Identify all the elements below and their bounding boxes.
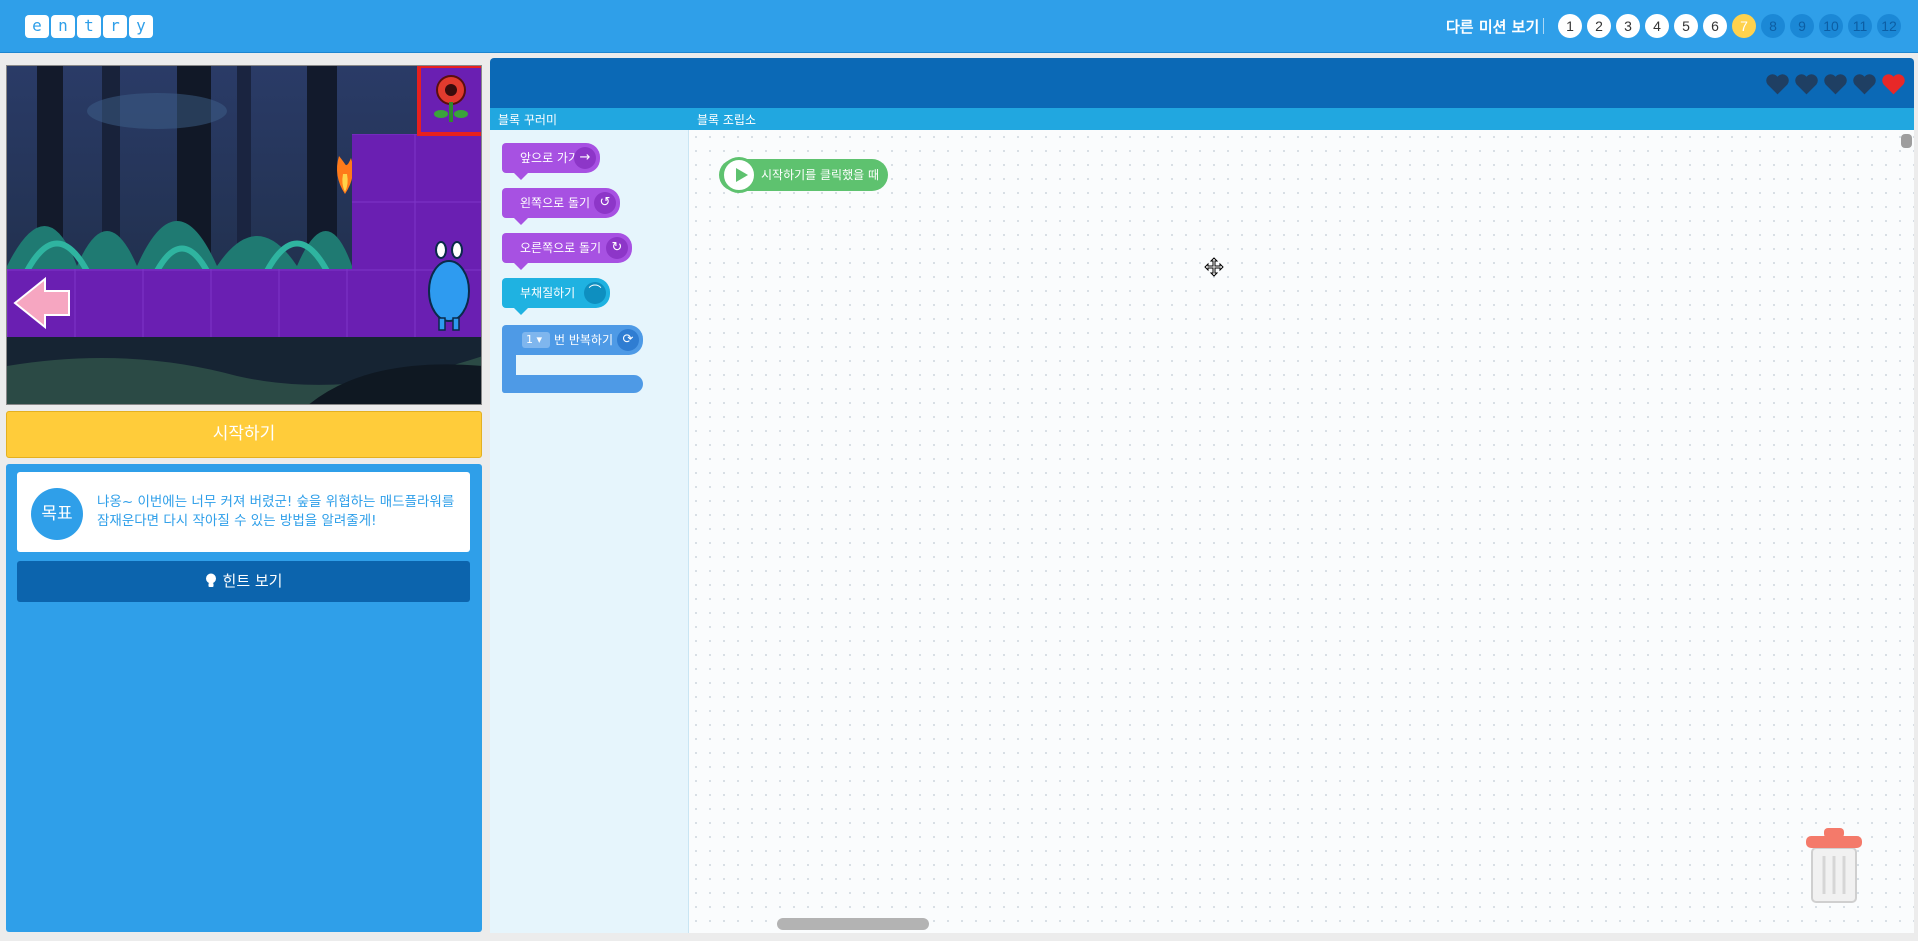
mission-number-6[interactable]: 6 (1703, 14, 1727, 38)
start-block-label: 시작하기를 클릭했을 때 (761, 168, 880, 182)
lives-indicator (1765, 72, 1906, 96)
turn-right-block[interactable]: 오른쪽으로 돌기 ↻ (502, 233, 632, 270)
mission-number-2[interactable]: 2 (1587, 14, 1611, 38)
game-stage (6, 65, 482, 405)
logo-letter: n (51, 15, 75, 38)
vertical-scrollbar[interactable] (1901, 134, 1912, 148)
goal-text: 냐옹~ 이번에는 너무 커져 버렸군! 숲을 위협하는 매드플라워를 잠재운다면… (97, 494, 455, 529)
goal-badge: 목표 (31, 488, 83, 540)
repeat-block[interactable]: 1 ▾ 번 반복하기 ⟳ (502, 325, 643, 395)
fan-block[interactable]: 부채질하기 ⌒ (502, 278, 610, 315)
block-board[interactable]: 시작하기를 클릭했을 때 (689, 130, 1914, 933)
mission-number-list: 1 2 3 4 5 6 7 8 9 10 11 12 (1558, 14, 1901, 38)
repeat-count-dropdown[interactable]: 1 ▾ (522, 332, 550, 348)
mission-number-1[interactable]: 1 (1558, 14, 1582, 38)
rotate-left-icon: ↺ (594, 192, 616, 214)
top-bar: e n t r y 다른 미션 보기 1 2 3 4 5 6 7 8 9 10 11 12 (0, 0, 1918, 53)
forest-scene (7, 66, 481, 404)
workspace-subheader: 블록 꾸러미 블록 조립소 (490, 108, 1914, 130)
mission-number-3[interactable]: 3 (1616, 14, 1640, 38)
workspace-header (490, 58, 1914, 108)
play-icon (721, 157, 757, 193)
logo-letter: r (103, 15, 127, 38)
heart-empty-icon (1824, 74, 1847, 95)
start-button[interactable]: 시작하기 (6, 411, 482, 458)
mission-number-10[interactable]: 10 (1819, 14, 1843, 38)
heart-full-icon (1882, 74, 1905, 95)
block-label: 오른쪽으로 돌기 (520, 241, 602, 255)
other-missions-label[interactable]: 다른 미션 보기 (1446, 16, 1539, 37)
mission-number-4[interactable]: 4 (1645, 14, 1669, 38)
mission-number-7[interactable]: 7 (1732, 14, 1756, 38)
arrow-right-icon: → (574, 147, 596, 169)
repeat-label: 번 반복하기 (554, 333, 614, 347)
when-start-clicked-block[interactable]: 시작하기를 클릭했을 때 (719, 157, 888, 193)
hint-button[interactable]: 힌트 보기 (17, 561, 470, 602)
lightbulb-icon (205, 563, 217, 587)
mission-number-11[interactable]: 11 (1848, 14, 1872, 38)
mission-number-8[interactable]: 8 (1761, 14, 1785, 38)
mission-number-5[interactable]: 5 (1674, 14, 1698, 38)
hint-button-label: 힌트 보기 (222, 572, 283, 590)
turn-left-block[interactable]: 왼쪽으로 돌기 ↺ (502, 188, 620, 225)
entry-app: e n t r y 다른 미션 보기 1 2 3 4 5 6 7 8 9 10 11 12 (0, 0, 1918, 941)
move-forward-block[interactable]: 앞으로 가기 → (502, 143, 600, 180)
mission-number-9[interactable]: 9 (1790, 14, 1814, 38)
heart-empty-icon (1853, 74, 1876, 95)
horizontal-scrollbar[interactable] (777, 918, 929, 930)
logo-letter: t (77, 15, 101, 38)
rotate-right-icon: ↻ (606, 237, 628, 259)
repeat-icon: ⟳ (617, 329, 639, 351)
heart-empty-icon (1766, 74, 1789, 95)
block-palette: 앞으로 가기 → 왼쪽으로 돌기 ↺ 오른쪽으로 돌기 ↻ 부채질하기 ⌒ 1 … (490, 130, 689, 933)
fan-icon: ⌒ (584, 282, 606, 304)
repeat-count-value: 1 (526, 333, 533, 346)
logo-letter: e (25, 15, 49, 38)
heart-empty-icon (1795, 74, 1818, 95)
move-cursor-icon (1204, 257, 1224, 277)
mission-panel: 목표 냐옹~ 이번에는 너무 커져 버렸군! 숲을 위협하는 매드플라워를 잠재… (6, 464, 482, 932)
entry-logo[interactable]: e n t r y (25, 15, 153, 38)
trash-can-icon[interactable] (1802, 822, 1866, 904)
block-label: 왼쪽으로 돌기 (520, 196, 591, 210)
block-workspace: 블록 꾸러미 블록 조립소 앞으로 가기 → 왼쪽으로 돌기 ↺ 오른쪽으로 돌… (490, 58, 1914, 933)
goal-box: 목표 냐옹~ 이번에는 너무 커져 버렸군! 숲을 위협하는 매드플라워를 잠재… (17, 472, 470, 552)
board-title: 블록 조립소 (697, 113, 757, 127)
mission-number-12[interactable]: 12 (1877, 14, 1901, 38)
block-label: 부채질하기 (520, 286, 576, 300)
logo-letter: y (129, 15, 153, 38)
repeat-block-bottom (502, 375, 643, 393)
repeat-block-top: 1 ▾ 번 반복하기 ⟳ (502, 325, 643, 355)
palette-title: 블록 꾸러미 (498, 113, 558, 127)
block-label: 앞으로 가기 (520, 151, 580, 165)
divider (1543, 18, 1544, 34)
